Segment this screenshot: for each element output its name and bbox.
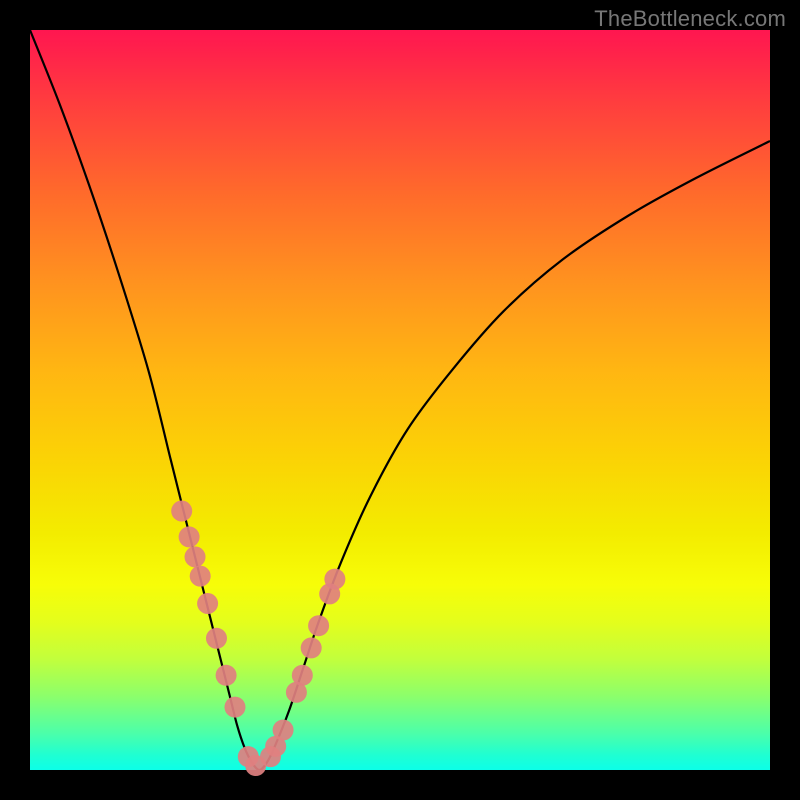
marker-dot [324,569,345,590]
marker-dot [301,637,322,658]
chart-container: TheBottleneck.com [0,0,800,800]
watermark-text: TheBottleneck.com [594,6,786,32]
marker-dot [185,546,206,567]
plot-area [30,30,770,770]
marker-dot [224,697,245,718]
marker-group [171,501,345,777]
chart-svg [30,30,770,770]
marker-dot [190,566,211,587]
marker-dot [308,615,329,636]
marker-dot [273,720,294,741]
marker-dot [216,665,237,686]
marker-dot [197,593,218,614]
marker-dot [179,526,200,547]
marker-dot [292,665,313,686]
marker-dot [171,501,192,522]
marker-dot [206,628,227,649]
bottleneck-curve [30,30,770,770]
